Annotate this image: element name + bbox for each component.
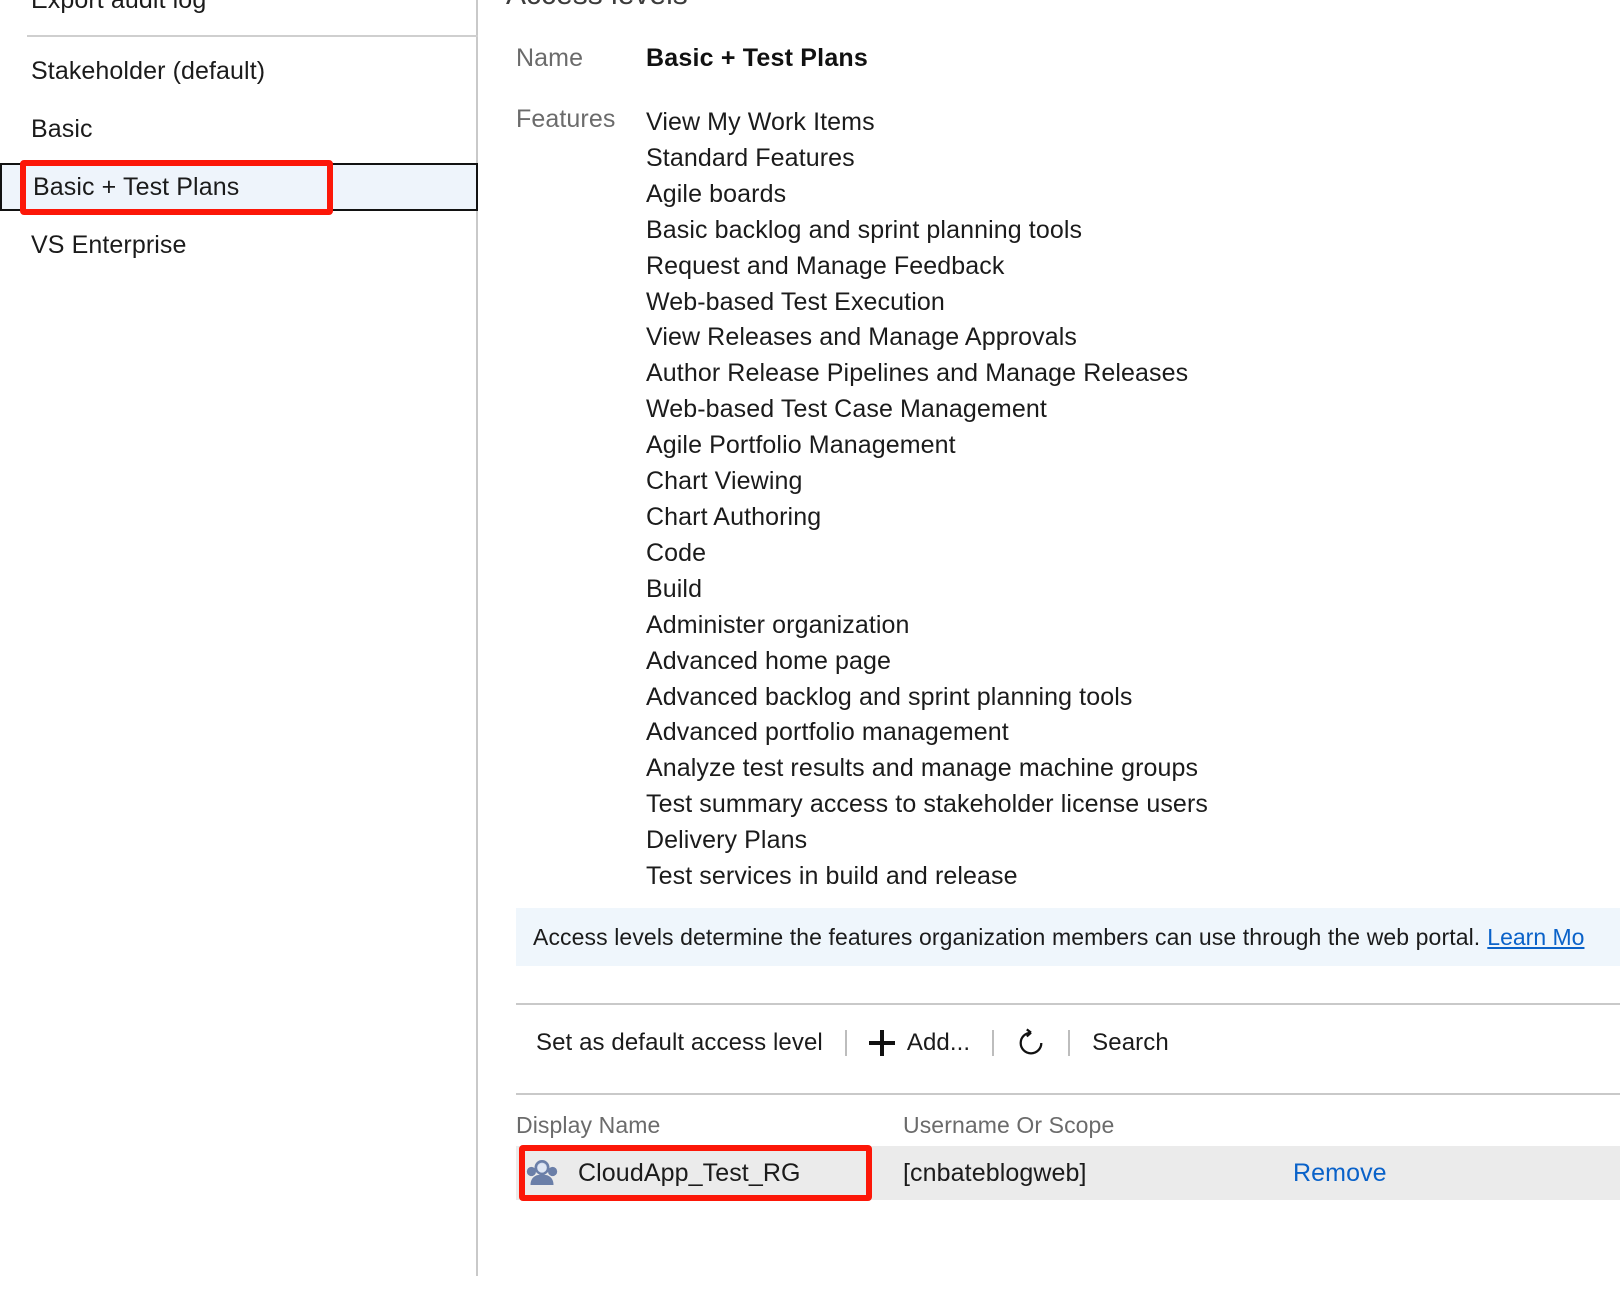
members-table-header: Display Name Username Or Scope: [516, 1104, 1620, 1146]
table-top-divider: [516, 1093, 1620, 1095]
feature-item: Advanced portfolio management: [646, 718, 1009, 747]
feature-item: Basic backlog and sprint planning tools: [646, 215, 1083, 244]
members-toolbar: Set as default access level Add... Searc…: [516, 1018, 1620, 1068]
features-row: Features View My Work Items Standard Fea…: [480, 105, 1620, 895]
search-button[interactable]: Search: [1092, 1029, 1169, 1057]
feature-item: Code: [646, 538, 707, 567]
toolbar-separator: [844, 1030, 847, 1056]
feature-item: Agile boards: [646, 179, 787, 208]
feature-list: View My Work Items Standard Features Agi…: [646, 105, 1208, 895]
feature-item: View Releases and Manage Approvals: [646, 323, 1077, 352]
page-title: Access levels: [506, 0, 688, 12]
feature-item: Agile Portfolio Management: [646, 431, 956, 460]
info-banner-text: Access levels determine the features org…: [533, 923, 1481, 950]
add-button-label: Add...: [906, 1029, 971, 1056]
group-avatar-icon: [526, 1160, 558, 1185]
access-level-detail-panel: Access levels Name Basic + Test Plans Fe…: [480, 0, 1620, 1313]
feature-item: Advanced backlog and sprint planning too…: [646, 682, 1133, 711]
info-banner: Access levels determine the features org…: [516, 908, 1620, 966]
feature-item: Advanced home page: [646, 646, 892, 675]
display-name-value: CloudApp_Test_RG: [578, 1158, 801, 1187]
remove-link[interactable]: Remove: [1293, 1159, 1387, 1188]
cell-username-or-scope: [cnbateblogweb]: [903, 1158, 1087, 1187]
sidebar-item-vs-enterprise[interactable]: VS Enterprise: [0, 221, 478, 269]
column-header-display-name[interactable]: Display Name: [516, 1112, 903, 1139]
sidebar-item-basic-test-plans[interactable]: Basic + Test Plans: [0, 163, 478, 211]
refresh-button[interactable]: [1016, 1028, 1046, 1058]
feature-item: Chart Authoring: [646, 502, 822, 531]
detail-section: Name Basic + Test Plans Features View My…: [480, 44, 1620, 895]
table-row[interactable]: CloudApp_Test_RG [cnbateblogweb] Remove: [516, 1146, 1620, 1200]
toolbar-separator: [1068, 1030, 1071, 1056]
column-header-username-or-scope[interactable]: Username Or Scope: [903, 1112, 1293, 1139]
refresh-icon: [1019, 1028, 1043, 1055]
feature-item: Analyze test results and manage machine …: [646, 754, 1199, 783]
plus-icon: [868, 1030, 895, 1056]
feature-item: Delivery Plans: [646, 826, 808, 855]
feature-item: Test services in build and release: [646, 862, 1018, 891]
add-button[interactable]: Add...: [868, 1029, 971, 1057]
access-levels-page: Export audit log Stakeholder (default) B…: [0, 0, 1620, 1313]
name-value: Basic + Test Plans: [646, 44, 868, 72]
name-row: Name Basic + Test Plans: [480, 44, 1620, 73]
feature-item: Chart Viewing: [646, 467, 803, 496]
feature-item: View My Work Items: [646, 108, 875, 136]
cell-display-name: CloudApp_Test_RG: [516, 1155, 903, 1191]
sidebar-item-basic[interactable]: Basic: [0, 105, 478, 153]
feature-item: Web-based Test Case Management: [646, 395, 1047, 424]
export-audit-log-link[interactable]: Export audit log: [31, 0, 206, 15]
feature-item: Administer organization: [646, 610, 910, 639]
features-label: Features: [516, 105, 616, 133]
toolbar-top-divider: [516, 1003, 1620, 1005]
feature-item: Standard Features: [646, 143, 855, 172]
toolbar-separator: [992, 1030, 995, 1056]
sidebar-divider: [27, 35, 478, 37]
feature-item: Author Release Pipelines and Manage Rele…: [646, 359, 1189, 388]
learn-more-link[interactable]: Learn Mo: [1487, 924, 1584, 951]
feature-item: Build: [646, 574, 703, 603]
feature-item: Request and Manage Feedback: [646, 251, 1005, 280]
feature-item: Web-based Test Execution: [646, 287, 945, 316]
access-levels-sidebar: Export audit log Stakeholder (default) B…: [0, 0, 478, 1276]
name-label: Name: [516, 44, 584, 72]
sidebar-item-stakeholder[interactable]: Stakeholder (default): [0, 47, 478, 95]
set-as-default-access-level-button[interactable]: Set as default access level: [536, 1029, 823, 1057]
feature-item: Test summary access to stakeholder licen…: [646, 790, 1208, 819]
